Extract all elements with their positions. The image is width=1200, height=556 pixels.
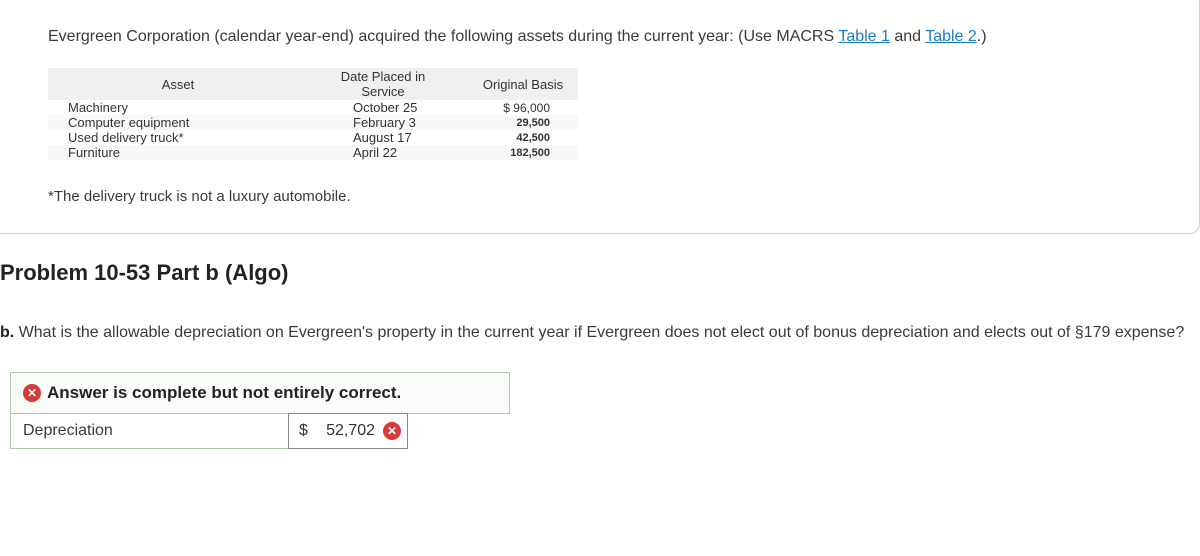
date-cell: August 17 xyxy=(298,130,458,145)
asset-cell: Used delivery truck* xyxy=(48,130,298,145)
date-cell: April 22 xyxy=(298,145,458,160)
date-cell: October 25 xyxy=(298,100,458,115)
basis-cell: 42,500 xyxy=(458,130,578,145)
col-header-date: Date Placed in Service xyxy=(298,68,458,100)
question-text: b. What is the allowable depreciation on… xyxy=(0,324,1200,342)
col-header-asset: Asset xyxy=(48,68,298,100)
table-row: Machinery October 25 $ 96,000 xyxy=(48,100,578,115)
currency-symbol: $ xyxy=(295,422,308,440)
basis-cell: 182,500 xyxy=(458,145,578,160)
question-body: What is the allowable depreciation on Ev… xyxy=(14,324,1184,341)
answer-block: Answer is complete but not entirely corr… xyxy=(10,372,510,449)
date-cell: February 3 xyxy=(298,115,458,130)
asset-table: Asset Date Placed in Service Original Ba… xyxy=(48,68,578,160)
answer-status-text: Answer is complete but not entirely corr… xyxy=(47,383,401,403)
macrs-table-1-link[interactable]: Table 1 xyxy=(838,28,890,45)
asset-cell: Furniture xyxy=(48,145,298,160)
cross-icon xyxy=(23,384,41,402)
cross-icon xyxy=(383,422,401,440)
intro-paragraph: Evergreen Corporation (calendar year-end… xyxy=(48,28,1151,46)
answer-row: Depreciation $ 52,702 xyxy=(10,414,408,449)
answer-status-banner: Answer is complete but not entirely corr… xyxy=(10,372,510,414)
intro-mid: and xyxy=(890,28,925,45)
basis-cell: 29,500 xyxy=(458,115,578,130)
asset-cell: Computer equipment xyxy=(48,115,298,130)
intro-suffix: .) xyxy=(977,28,987,45)
col-header-basis: Original Basis xyxy=(458,68,578,100)
question-part-label: b. xyxy=(0,324,14,341)
table-row: Used delivery truck* August 17 42,500 xyxy=(48,130,578,145)
asset-cell: Machinery xyxy=(48,100,298,115)
table-row: Furniture April 22 182,500 xyxy=(48,145,578,160)
problem-heading: Problem 10-53 Part b (Algo) xyxy=(0,260,1200,286)
answer-label: Depreciation xyxy=(11,414,289,448)
answer-value-cell[interactable]: $ 52,702 xyxy=(288,413,408,449)
intro-prefix: Evergreen Corporation (calendar year-end… xyxy=(48,28,838,45)
macrs-table-2-link[interactable]: Table 2 xyxy=(925,28,977,45)
table-row: Computer equipment February 3 29,500 xyxy=(48,115,578,130)
basis-cell: $ 96,000 xyxy=(458,100,578,115)
problem-context-panel: Evergreen Corporation (calendar year-end… xyxy=(0,0,1200,234)
answer-value: 52,702 xyxy=(316,422,375,440)
footnote: *The delivery truck is not a luxury auto… xyxy=(48,188,1151,205)
